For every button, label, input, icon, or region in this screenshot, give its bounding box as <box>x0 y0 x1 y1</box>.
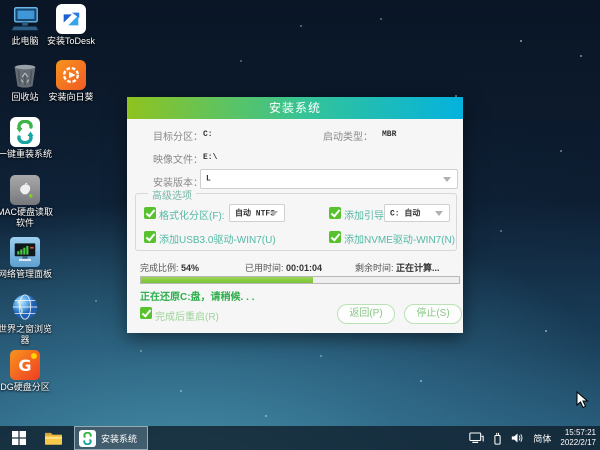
image-file-value: E:\ <box>203 153 218 162</box>
reinstall-system-icon <box>10 117 40 147</box>
this-pc-icon <box>10 4 40 34</box>
boot-target-value: C: 自动 <box>390 209 421 219</box>
network-icon[interactable] <box>469 432 485 444</box>
taskbar-item-install-system[interactable]: 安装系统 <box>74 426 149 450</box>
install-system-task-icon <box>79 429 96 447</box>
usb3-driver-checkbox[interactable] <box>144 231 156 243</box>
back-button[interactable]: 返回(P) <box>337 304 395 324</box>
file-explorer-button[interactable] <box>38 426 68 450</box>
format-partition-checkbox[interactable] <box>144 207 156 219</box>
install-version-value: L <box>206 174 211 184</box>
desktop-icon-label: 安装向日葵 <box>48 92 94 102</box>
desktop-icon-dg-partition[interactable]: G DG硬盘分区 <box>0 350 53 393</box>
advanced-options-title: 高级选项 <box>148 187 196 202</box>
desktop-icon-label: 世界之窗浏览器 <box>0 324 52 345</box>
nvme-driver-checkbox[interactable] <box>329 231 341 243</box>
desktop-icon-label: MAC硬盘读取软件 <box>0 207 53 228</box>
desktop-icon-mac-disk[interactable]: MAC硬盘读取软件 <box>0 175 53 229</box>
desktop-icon-label: 安装ToDesk <box>46 36 95 46</box>
desktop-icon-todesk[interactable]: 安装ToDesk <box>43 4 99 47</box>
volume-icon[interactable] <box>511 432 524 444</box>
target-partition-label: 目标分区： <box>153 132 203 143</box>
system-tray: 简体 15:57:21 2022/2/17 <box>469 428 600 448</box>
remaining-time-stat: 剩余时间: 正在计算... <box>355 263 440 273</box>
mac-disk-icon <box>10 175 40 205</box>
restart-after-checkbox[interactable] <box>140 307 152 319</box>
desktop-icon-label: 一键重装系统 <box>0 149 52 159</box>
folder-icon <box>44 432 62 445</box>
network-panel-icon <box>10 237 40 267</box>
desktop-icon-label: 网络管理面板 <box>0 269 52 279</box>
clock-time: 15:57:21 <box>564 428 596 437</box>
boot-type-label: 启动类型： <box>323 132 373 143</box>
advanced-options-group: 高级选项 格式化分区(F): 自动 NTFS 添加引导(G): C: 自动 添加… <box>135 187 457 251</box>
star-field <box>0 0 2 2</box>
image-file-label: 映像文件： <box>153 155 203 166</box>
desktop-icon-network-panel[interactable]: 网络管理面板 <box>0 237 53 280</box>
chevron-down-icon <box>270 211 278 216</box>
desktop-icon-label: DG硬盘分区 <box>0 382 50 392</box>
clock-date: 2022/2/17 <box>560 438 596 447</box>
clock[interactable]: 15:57:21 2022/2/17 <box>560 428 596 448</box>
usb3-driver-label: 添加USB3.0驱动-WIN7(U) <box>159 235 276 246</box>
sunflower-icon <box>56 60 86 90</box>
boot-type-value: MBR <box>382 130 397 139</box>
windows-logo-icon <box>12 431 26 445</box>
install-system-dialog: 安装系统 目标分区： C: 启动类型： MBR 映像文件： E:\ 安装版本： … <box>127 97 463 333</box>
nvme-driver-label: 添加NVME驱动-WIN7(N) <box>344 235 456 246</box>
chevron-down-icon <box>435 211 443 216</box>
status-text: 正在还原C:盘，请稍候. . . <box>140 292 255 303</box>
progress-bar-fill <box>141 277 313 283</box>
taskbar-item-label: 安装系统 <box>101 433 138 444</box>
dialog-title: 安装系统 <box>268 101 321 115</box>
restart-after-label: 完成后重启(R) <box>155 312 219 323</box>
mouse-cursor <box>576 391 589 409</box>
start-button[interactable] <box>0 426 38 450</box>
format-mode-select[interactable]: 自动 NTFS <box>229 204 285 222</box>
format-mode-value: 自动 NTFS <box>235 209 276 219</box>
format-partition-label: 格式化分区(F): <box>159 211 225 222</box>
recycle-bin-icon <box>10 60 40 90</box>
stop-button[interactable]: 停止(S) <box>404 304 462 324</box>
chevron-down-icon <box>443 177 451 182</box>
desktop-icon-reinstall[interactable]: 一键重装系统 <box>0 117 53 160</box>
usb-device-icon[interactable] <box>493 432 502 445</box>
progress-percent-stat: 完成比例: 54% <box>140 263 200 273</box>
elapsed-time-stat: 已用时间: 00:01:04 <box>245 263 323 273</box>
dialog-titlebar[interactable]: 安装系统 <box>127 97 463 119</box>
browser-globe-icon <box>10 292 40 322</box>
desktop-icon-sunflower[interactable]: 安装向日葵 <box>43 60 99 103</box>
boot-target-select[interactable]: C: 自动 <box>384 204 450 222</box>
desktop-icon-browser[interactable]: 世界之窗浏览器 <box>0 292 53 346</box>
install-version-select[interactable]: L <box>200 169 458 189</box>
add-boot-checkbox[interactable] <box>329 207 341 219</box>
dg-partition-icon: G <box>10 350 40 380</box>
todesk-icon <box>56 4 86 34</box>
target-partition-value: C: <box>203 130 213 139</box>
desktop: 此电脑 安装ToDesk 回收站 安装向日葵 一键重装系统 MAC硬盘读取软件 … <box>0 0 600 450</box>
progress-bar <box>140 276 460 284</box>
taskbar: 安装系统 简体 15:57:21 2022/2/17 <box>0 426 600 450</box>
input-language-indicator[interactable]: 简体 <box>533 432 551 445</box>
